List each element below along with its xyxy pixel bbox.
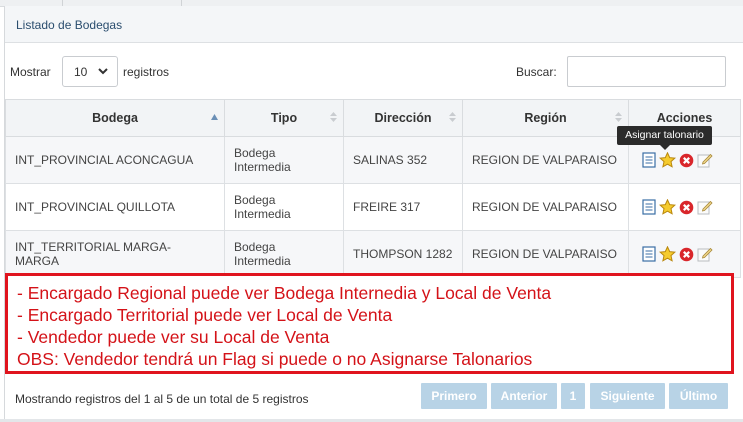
tooltip-arrow: [660, 145, 670, 150]
pagination-prev-button[interactable]: Anterior: [491, 383, 557, 409]
table-row: INT_TERRITORIAL MARGA-MARGA Bodega Inter…: [5, 230, 741, 278]
pagination-first-button[interactable]: Primero: [421, 383, 487, 409]
cell-tipo: Bodega Intermedia: [224, 183, 344, 231]
document-icon[interactable]: [642, 152, 656, 168]
sort-both-icon: [615, 112, 622, 122]
column-header-label: Bodega: [92, 111, 138, 125]
cell-acciones: [628, 230, 741, 278]
annotation-line: - Vendedor puede ver su Local de Venta: [17, 327, 330, 347]
document-icon[interactable]: [642, 199, 656, 215]
cell-bodega: INT_PROVINCIAL ACONCAGUA: [5, 136, 225, 184]
cell-acciones: [628, 183, 741, 231]
star-icon[interactable]: [659, 246, 676, 262]
delete-x-icon[interactable]: [679, 247, 694, 262]
cell-region: REGION DE VALPARAISO: [462, 136, 629, 184]
annotation-line: - Encargado Regional puede ver Bodega In…: [17, 283, 552, 303]
cell-region: REGION DE VALPARAISO: [462, 183, 629, 231]
sort-asc-icon: [211, 114, 218, 120]
length-label: Mostrar: [10, 65, 51, 79]
pagination-next-button[interactable]: Siguiente: [590, 383, 665, 409]
cell-direccion: THOMPSON 1282: [343, 230, 463, 278]
column-header-region[interactable]: Región: [462, 99, 629, 137]
tooltip: Asignar talonario: [617, 126, 712, 150]
annotation-line: OBS: Vendedor tendrá un Flag si puede o …: [17, 349, 533, 369]
annotation-line: - Encargado Territorial puede ver Local …: [17, 305, 393, 325]
cell-region: REGION DE VALPARAISO: [462, 230, 629, 278]
column-header-label: Región: [524, 111, 567, 125]
length-suffix: registros: [123, 65, 170, 79]
pagination-page-1-button[interactable]: 1: [561, 383, 585, 409]
edit-pencil-icon[interactable]: [697, 152, 713, 168]
search-label: Buscar:: [516, 65, 557, 79]
edit-pencil-icon[interactable]: [697, 246, 713, 262]
star-icon[interactable]: [659, 152, 676, 168]
chevron-down-icon: [98, 68, 108, 75]
delete-x-icon[interactable]: [679, 200, 694, 215]
cell-tipo: Bodega Intermedia: [224, 136, 344, 184]
star-icon[interactable]: [659, 199, 676, 215]
column-header-label: Acciones: [656, 111, 713, 125]
cell-direccion: FREIRE 317: [343, 183, 463, 231]
pagination-last-button[interactable]: Último: [669, 383, 728, 409]
table-row: INT_PROVINCIAL QUILLOTA Bodega Intermedi…: [5, 183, 741, 231]
cell-bodega: INT_PROVINCIAL QUILLOTA: [5, 183, 225, 231]
table-info: Mostrando registros del 1 al 5 de un tot…: [15, 392, 309, 406]
cell-direccion: SALINAS 352: [343, 136, 463, 184]
annotation-box: - Encargado Regional puede ver Bodega In…: [5, 273, 734, 374]
column-header-label: Dirección: [374, 111, 432, 125]
sort-both-icon: [330, 112, 337, 122]
delete-x-icon[interactable]: [679, 153, 694, 168]
sort-both-icon: [449, 112, 456, 122]
panel-title: Listado de Bodegas: [16, 18, 123, 32]
column-header-bodega[interactable]: Bodega: [5, 99, 225, 137]
cell-tipo: Bodega Intermedia: [224, 230, 344, 278]
document-icon[interactable]: [642, 246, 656, 262]
cell-bodega: INT_TERRITORIAL MARGA-MARGA: [5, 230, 225, 278]
edit-pencil-icon[interactable]: [697, 199, 713, 215]
length-value: 10: [74, 65, 88, 79]
length-select[interactable]: 10: [62, 56, 118, 87]
column-header-label: Tipo: [270, 111, 298, 125]
search-input[interactable]: [567, 56, 726, 87]
tooltip-text: Asignar talonario: [625, 129, 704, 141]
panel-header: Listado de Bodegas: [5, 6, 743, 43]
column-header-direccion[interactable]: Dirección: [343, 99, 463, 137]
column-header-tipo[interactable]: Tipo: [224, 99, 344, 137]
